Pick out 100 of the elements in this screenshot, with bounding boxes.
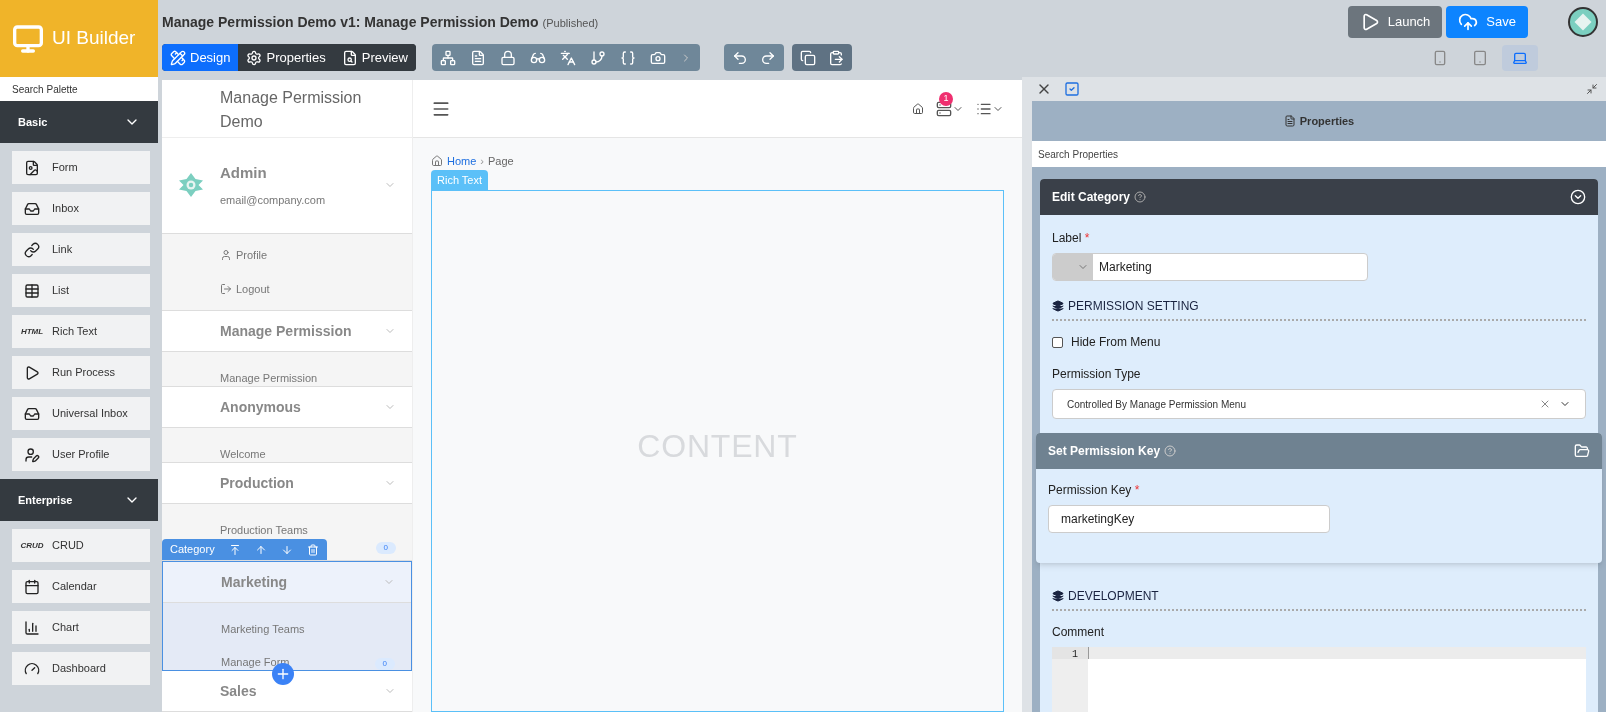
- bar-chart-icon: [24, 619, 40, 636]
- document-icon: [1283, 115, 1296, 127]
- plus-icon: [275, 666, 291, 682]
- folder-icon[interactable]: [1574, 443, 1590, 459]
- clear-icon[interactable]: [1539, 398, 1551, 410]
- delete-icon[interactable]: [306, 543, 319, 556]
- palette-item-label: List: [52, 283, 70, 299]
- palette-item[interactable]: Chart: [12, 611, 150, 644]
- chevron-circle-icon[interactable]: [1570, 189, 1586, 205]
- launch-button[interactable]: Launch: [1347, 6, 1443, 38]
- redo-icon[interactable]: [759, 49, 776, 66]
- comment-editor[interactable]: 1: [1052, 647, 1586, 712]
- permission-type-select[interactable]: Controlled By Manage Permission Menu: [1052, 389, 1586, 419]
- palette-item[interactable]: CRUD CRUD: [12, 529, 150, 562]
- palette-group-header[interactable]: Basic: [0, 101, 158, 143]
- field-label: Label *: [1052, 230, 1091, 247]
- palette-item-label: Rich Text: [52, 324, 98, 340]
- label-field[interactable]: Marketing: [1052, 253, 1368, 281]
- paste-icon[interactable]: [827, 49, 844, 66]
- section-heading: DEVELOPMENT: [1068, 588, 1159, 605]
- mode-tab[interactable]: Design: [162, 44, 239, 71]
- page-title: Manage Permission Demo v1: Manage Permission Demo: [162, 13, 539, 32]
- palette-item[interactable]: User Profile: [12, 438, 150, 471]
- palette-item-label: Link: [52, 242, 73, 258]
- category-label: Production: [220, 473, 294, 493]
- monitor-icon: [12, 22, 44, 55]
- menu-item[interactable]: Marketing Teams: [221, 620, 305, 637]
- app-name: UI Builder: [52, 26, 136, 51]
- translate-icon[interactable]: [559, 49, 576, 66]
- user-menu-link[interactable]: Profile: [162, 238, 412, 272]
- section-header[interactable]: Edit Category: [1040, 179, 1598, 215]
- document-icon[interactable]: [469, 49, 486, 66]
- palette-item[interactable]: Form: [12, 151, 150, 184]
- palette-item[interactable]: List: [12, 274, 150, 307]
- search-palette-field[interactable]: Search Palette: [0, 77, 158, 101]
- home-icon[interactable]: [912, 102, 924, 115]
- form-icon: [24, 159, 40, 176]
- publish-status: (Published): [542, 16, 599, 31]
- user-icon: [220, 249, 232, 261]
- menu-item[interactable]: Production Teams: [220, 521, 308, 538]
- braces-icon[interactable]: [619, 49, 636, 66]
- menu-title: Manage Permission Demo: [220, 88, 363, 132]
- save-button[interactable]: Save: [1446, 6, 1528, 38]
- checkbox[interactable]: [1052, 336, 1063, 348]
- palette-item-icon-text: HTML: [20, 325, 44, 338]
- category-label: Anonymous: [220, 397, 301, 417]
- user-edit-icon: [24, 446, 40, 463]
- tablet-icon: [1472, 49, 1488, 66]
- move-down-icon[interactable]: [280, 543, 293, 556]
- palette-item[interactable]: Dashboard: [12, 652, 150, 685]
- subsection-header[interactable]: Set Permission Key: [1036, 433, 1602, 469]
- user-menu-link[interactable]: Logout: [162, 272, 412, 306]
- user-name: Admin: [220, 162, 268, 183]
- palette-item-label: Dashboard: [52, 661, 106, 677]
- move-top-icon[interactable]: [228, 543, 241, 556]
- element-tag: Rich Text: [431, 170, 489, 190]
- lock-icon[interactable]: [499, 49, 516, 66]
- inbox-icon: [24, 200, 40, 217]
- move-up-icon[interactable]: [254, 543, 267, 556]
- user-email: email@company.com: [220, 193, 327, 209]
- palette-group-header[interactable]: Enterprise: [0, 479, 158, 521]
- menu-item[interactable]: Welcome: [220, 445, 266, 462]
- category-label: Sales: [220, 681, 257, 701]
- field-label: Permission Key *: [1048, 482, 1141, 499]
- camera-icon[interactable]: [649, 49, 666, 66]
- breadcrumb-link[interactable]: Home: [447, 152, 477, 170]
- design-tools-icon: [170, 49, 186, 66]
- palette-item-label: Run Process: [52, 365, 115, 381]
- palette-item[interactable]: Calendar: [12, 570, 150, 603]
- search-properties-field[interactable]: Search Properties: [1032, 141, 1606, 167]
- hierarchy-icon[interactable]: [439, 49, 456, 66]
- checkbox-label: Hide From Menu: [1071, 334, 1161, 351]
- palette-item[interactable]: Link: [12, 233, 150, 266]
- menu-item[interactable]: Manage Permission: [220, 369, 318, 386]
- palette-item[interactable]: Universal Inbox: [12, 397, 150, 430]
- cloud-upload-icon: [1458, 12, 1479, 32]
- permission-key-field[interactable]: marketingKey: [1048, 505, 1330, 533]
- count-badge: 0: [375, 542, 396, 554]
- category-tag: Category: [170, 541, 215, 558]
- field-label: Comment: [1052, 624, 1105, 641]
- help-icon[interactable]: [1134, 191, 1146, 203]
- undo-icon[interactable]: [731, 49, 748, 66]
- laptop-view-button[interactable]: [1502, 44, 1538, 71]
- avatar[interactable]: [1568, 7, 1598, 37]
- palette-item-label: Inbox: [52, 201, 79, 217]
- stack-icon[interactable]: [936, 100, 952, 117]
- palette-item-label: CRUD: [52, 538, 84, 554]
- help-icon[interactable]: [1164, 445, 1177, 457]
- branch-icon[interactable]: [589, 49, 606, 66]
- field-label: Permission Type: [1052, 366, 1142, 383]
- palette-item-label: Chart: [52, 620, 79, 636]
- collapse-icon[interactable]: [1586, 83, 1598, 95]
- palette-item[interactable]: Inbox: [12, 192, 150, 225]
- checkbox-icon[interactable]: [1064, 81, 1080, 97]
- copy-icon[interactable]: [799, 49, 816, 66]
- subsection-title: Set Permission Key: [1048, 443, 1161, 460]
- document-search-icon: [341, 49, 358, 66]
- table-icon: [24, 282, 40, 299]
- palette-item[interactable]: Run Process: [12, 356, 150, 389]
- palette-item[interactable]: HTML Rich Text: [12, 315, 150, 348]
